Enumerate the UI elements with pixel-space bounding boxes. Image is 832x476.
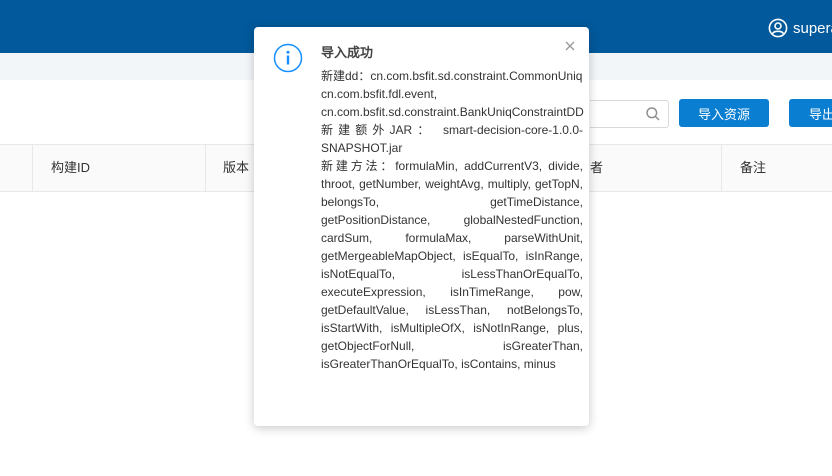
import-resource-button[interactable]: 导入资源 (679, 99, 769, 127)
export-button-label: 导出 (809, 106, 832, 122)
notification-message: 新建dd：cn.com.bsfit.sd.constraint.CommonUn… (321, 67, 584, 373)
column-header-author: 者 (590, 160, 604, 175)
info-icon (273, 43, 303, 73)
export-button[interactable]: 导出 (789, 99, 832, 127)
username: supera (793, 19, 832, 37)
user-icon (768, 18, 788, 38)
message-line-event: cn.com.bsfit.fdl.event, (321, 87, 438, 101)
message-line-bank-constraint: cn.com.bsfit.sd.constraint.BankUniqConst… (321, 105, 584, 119)
column-divider (721, 145, 722, 191)
column-divider (32, 145, 33, 191)
search-icon[interactable] (645, 106, 661, 122)
import-button-label: 导入资源 (697, 106, 750, 122)
column-header-version: 版本 (223, 160, 250, 175)
message-line-new-jar: 新建额外JAR： smart-decision-core-1.0.0-SNAPS… (321, 123, 583, 155)
import-success-notification: 导入成功 新建dd：cn.com.bsfit.sd.constraint.Com… (254, 27, 589, 426)
message-line-new-methods: 新建方法：formulaMin, addCurrentV3, divide, t… (321, 159, 583, 371)
column-header-build-id: 构建ID (51, 160, 91, 175)
close-icon[interactable] (564, 40, 576, 52)
notification-title: 导入成功 (321, 45, 374, 60)
user-menu[interactable]: supera (768, 17, 832, 39)
column-header-remark: 备注 (740, 160, 767, 175)
message-line-new-dd: 新建dd：cn.com.bsfit.sd.constraint.CommonUn… (321, 69, 583, 83)
search-input[interactable] (590, 100, 669, 128)
column-divider (205, 145, 206, 191)
